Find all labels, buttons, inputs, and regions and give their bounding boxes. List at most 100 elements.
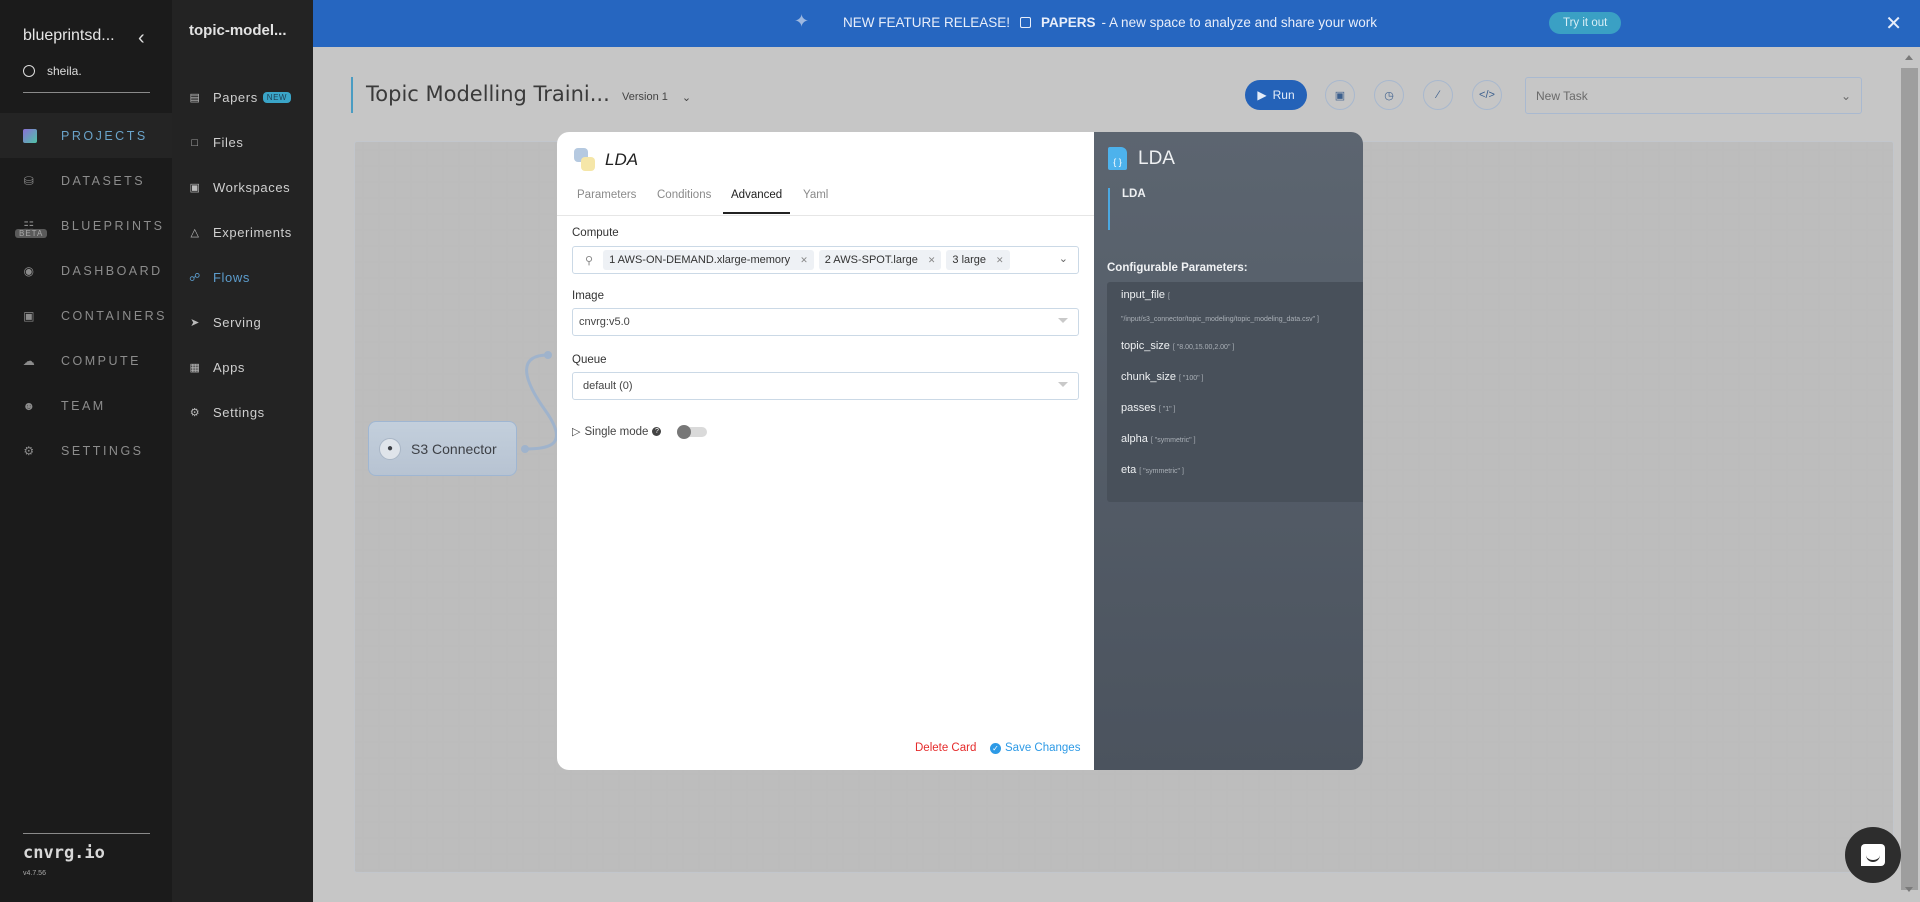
help-icon[interactable]: ? xyxy=(652,427,662,436)
nav-label: DASHBOARD xyxy=(61,263,163,278)
new-task-select[interactable]: New Task ⌄ xyxy=(1525,77,1862,114)
flow-title[interactable]: Topic Modelling Traini... xyxy=(366,82,610,106)
run-label: Run xyxy=(1272,88,1295,102)
node-label: S3 Connector xyxy=(411,440,497,457)
single-mode-row: ▷ Single mode? xyxy=(572,424,708,439)
modal-title: LDA xyxy=(605,150,639,169)
close-banner-icon[interactable]: ✕ xyxy=(1885,11,1902,36)
info-panel: { } LDA LDA Configurable Parameters: inp… xyxy=(1094,132,1363,770)
param-item: input_file[ "/input/s3_connector/topic_m… xyxy=(1121,289,1363,323)
image-value: cnvrg:v5.0 xyxy=(579,316,630,328)
remove-chip-icon[interactable]: ✕ xyxy=(800,255,808,265)
param-name: chunk_size xyxy=(1121,371,1177,383)
nav-item-blueprints[interactable]: ☷ BLUEPRINTS BETA xyxy=(0,203,172,248)
code-icon: </> xyxy=(1479,89,1495,101)
nav-item-compute[interactable]: ☁ COMPUTE xyxy=(0,338,172,383)
param-value: [ xyxy=(1168,293,1170,300)
feature-banner: ✦ NEW FEATURE RELEASE! PAPERS - A new sp… xyxy=(313,0,1920,47)
save-flow-button[interactable]: ▣ xyxy=(1325,80,1355,110)
rocket-icon: ➤ xyxy=(190,317,200,329)
nav-item-projects[interactable]: PROJECTS xyxy=(0,113,172,158)
nav-item-team[interactable]: ☻ TEAM xyxy=(0,383,172,428)
party-popper-icon: ✦ xyxy=(794,11,810,31)
run-button[interactable]: ▶ Run xyxy=(1245,80,1307,110)
nav-label: COMPUTE xyxy=(61,353,141,368)
history-button[interactable]: ◷ xyxy=(1374,80,1404,110)
brand-logo[interactable]: cnvrg.io xyxy=(23,843,105,863)
chip-label: 2 AWS-SPOT.large xyxy=(824,254,918,266)
param-value: [ "8.00,15.00,2.00" ] xyxy=(1172,344,1235,351)
scroll-up-icon[interactable] xyxy=(1905,55,1913,60)
magic-wand-button[interactable]: ⁄ xyxy=(1423,80,1453,110)
beta-badge: BETA xyxy=(15,229,48,238)
remove-chip-icon[interactable]: ✕ xyxy=(928,255,936,265)
chevron-down-icon: ⌄ xyxy=(1058,253,1068,265)
settings-icon: ⚙ xyxy=(23,443,37,458)
project-nav-apps[interactable]: ▦ Apps xyxy=(189,345,292,390)
nav-label: Serving xyxy=(213,315,262,330)
project-nav-files[interactable]: □ Files xyxy=(189,120,292,165)
param-item: alpha[ "symmetric" ] xyxy=(1121,433,1363,445)
project-nav-flows[interactable]: ☍ Flows xyxy=(189,255,292,300)
single-mode-toggle[interactable] xyxy=(677,424,708,439)
project-nav-experiments[interactable]: △ Experiments xyxy=(189,210,292,255)
vertical-scrollbar[interactable] xyxy=(1900,47,1920,902)
scroll-down-icon[interactable] xyxy=(1905,887,1913,892)
chip-label: 3 large xyxy=(952,254,987,266)
single-mode-label: Single mode xyxy=(584,425,649,438)
caret-down-icon xyxy=(1058,318,1068,323)
org-name[interactable]: blueprintsd... xyxy=(23,27,115,45)
code-view-button[interactable]: </> xyxy=(1472,80,1502,110)
info-title: LDA xyxy=(1138,147,1175,169)
project-title[interactable]: topic-model... xyxy=(189,22,287,39)
flow-node-s3-connector[interactable]: ● S3 Connector xyxy=(368,421,517,476)
image-select[interactable]: cnvrg:v5.0 xyxy=(572,308,1079,336)
banner-message: NEW FEATURE RELEASE! PAPERS - A new spac… xyxy=(843,15,1377,30)
try-it-out-button[interactable]: Try it out xyxy=(1549,12,1622,34)
banner-prefix: NEW FEATURE RELEASE! xyxy=(843,15,1011,30)
version-label: Version 1 xyxy=(622,91,668,103)
project-nav-papers[interactable]: ▤ Papers NEW xyxy=(189,75,292,120)
nav-item-settings[interactable]: ⚙ SETTINGS xyxy=(0,428,172,473)
project-nav-serving[interactable]: ➤ Serving xyxy=(189,300,292,345)
tab-conditions[interactable]: Conditions xyxy=(657,189,711,213)
project-nav-settings[interactable]: ⚙ Settings xyxy=(189,390,292,435)
user-menu[interactable]: sheila. xyxy=(23,64,82,78)
app-version: v4.7.56 xyxy=(23,870,46,877)
sidebar-divider xyxy=(23,92,150,93)
clipboard-icon: ▣ xyxy=(189,182,201,194)
nav-label: Apps xyxy=(213,360,246,375)
project-nav-workspaces[interactable]: ▣ Workspaces xyxy=(189,165,292,210)
nav-item-datasets[interactable]: ⛁ DATASETS xyxy=(0,158,172,203)
scrollbar-thumb[interactable] xyxy=(1901,68,1918,890)
tab-yaml[interactable]: Yaml xyxy=(803,189,828,213)
save-changes-button[interactable]: ✓ Save Changes xyxy=(990,742,1080,754)
task-modal: LDA Parameters Conditions Advanced Yaml … xyxy=(557,132,1094,770)
delete-card-button[interactable]: Delete Card xyxy=(915,742,976,754)
queue-select[interactable]: default (0) xyxy=(572,372,1079,400)
chevron-down-icon: ⌄ xyxy=(1840,88,1851,103)
nav-label: Papers xyxy=(213,90,258,105)
version-select[interactable]: Version 1 ⌄ xyxy=(622,91,691,104)
param-name: alpha xyxy=(1121,433,1148,445)
nav-label: Flows xyxy=(213,270,250,285)
python-icon: ● xyxy=(379,437,401,460)
task-select-value: New Task xyxy=(1536,88,1588,103)
nav-label: Experiments xyxy=(213,225,292,240)
tab-parameters[interactable]: Parameters xyxy=(577,189,636,213)
nav-item-containers[interactable]: ▣ CONTAINERS xyxy=(0,293,172,338)
param-name: eta xyxy=(1121,464,1137,476)
collapse-sidebar-icon[interactable]: ‹ xyxy=(138,27,145,50)
floppy-icon: ▣ xyxy=(1334,89,1346,102)
compute-multiselect[interactable]: ⚲ 1 AWS-ON-DEMAND.xlarge-memory ✕ 2 AWS-S… xyxy=(572,246,1079,274)
chat-support-button[interactable] xyxy=(1845,827,1901,883)
title-accent xyxy=(351,77,353,113)
param-value-cont: "/input/s3_connector/topic_modeling/topi… xyxy=(1121,316,1319,323)
remove-chip-icon[interactable]: ✕ xyxy=(996,255,1004,265)
compute-label: Compute xyxy=(572,227,619,239)
play-outline-icon: ▷ xyxy=(572,426,581,438)
nav-item-dashboard[interactable]: ◉ DASHBOARD xyxy=(0,248,172,293)
tab-advanced[interactable]: Advanced xyxy=(723,189,791,214)
param-item: topic_size[ "8.00,15.00,2.00" ] xyxy=(1121,340,1363,352)
nav-label: DATASETS xyxy=(61,173,146,188)
